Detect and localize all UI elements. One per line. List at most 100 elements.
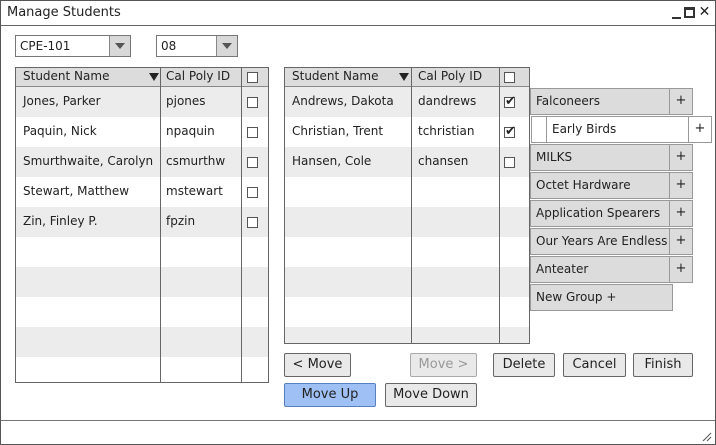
group-label: MILKS [536,150,573,164]
table-row [285,327,529,343]
column-divider [411,68,412,343]
window-title: Manage Students [7,5,121,20]
maximize-icon[interactable] [684,7,695,18]
cal-poly-id-cell: dandrews [418,94,477,108]
plus-icon[interactable]: + [688,117,711,142]
resize-grip-icon[interactable] [702,432,712,442]
student-name-cell: Smurthwaite, Carolyn [23,154,154,168]
minimize-icon[interactable] [672,9,681,19]
manage-students-window: Manage Students ✕ CPE-101 08 Student Nam… [0,0,716,445]
row-checkbox[interactable] [504,124,516,139]
table-row[interactable]: Jones, Parker pjones [16,87,268,117]
group-item[interactable]: Octet Hardware + [530,172,693,199]
student-name-cell: Andrews, Dakota [292,94,394,108]
plus-icon[interactable]: + [669,229,692,254]
table-header: Student Name Cal Poly ID [16,68,268,87]
table-row [285,297,529,327]
column-divider [160,68,161,382]
unassigned-students-table: Student Name Cal Poly ID Jones, Parker pj… [15,67,269,383]
select-all-checkbox[interactable] [247,72,258,83]
course-select[interactable]: CPE-101 [15,35,131,57]
row-checkbox[interactable] [247,217,258,228]
group-label: Octet Hardware [536,178,631,192]
finish-button[interactable]: Finish [633,353,693,377]
title-bar: Manage Students ✕ [1,1,715,26]
table-row[interactable]: Stewart, Matthew mstewart [16,177,268,207]
column-header-cal-poly-id[interactable]: Cal Poly ID [166,69,230,83]
row-checkbox[interactable] [247,187,258,198]
cancel-button[interactable]: Cancel [563,353,626,377]
table-row[interactable]: Paquin, Nick npaquin [16,117,268,147]
column-header-cal-poly-id[interactable]: Cal Poly ID [418,69,482,83]
table-row[interactable]: Hansen, Cole chansen [285,147,529,177]
move-down-button[interactable]: Move Down [385,383,477,407]
move-right-button[interactable]: Move > [410,353,477,377]
student-name-cell: Paquin, Nick [23,124,97,138]
cal-poly-id-cell: csmurthw [166,154,226,168]
move-left-button[interactable]: < Move [284,353,351,377]
table-row [285,207,529,237]
student-name-cell: Jones, Parker [23,94,101,108]
row-checkbox[interactable] [247,97,258,108]
cal-poly-id-cell: fpzin [166,214,196,228]
chevron-down-icon[interactable] [216,36,237,56]
plus-icon[interactable]: + [669,145,692,170]
table-row [285,177,529,207]
window-controls: ✕ [672,5,711,19]
column-header-student-name[interactable]: Student Name [23,69,109,83]
student-name-cell: Stewart, Matthew [23,184,130,198]
group-item[interactable]: MILKS + [530,144,693,171]
move-up-button[interactable]: Move Up [284,383,376,407]
new-group-button[interactable]: New Group + [530,284,673,311]
plus-icon[interactable]: + [669,173,692,198]
select-all-checkbox[interactable] [504,72,515,83]
section-value: 08 [161,39,177,53]
column-divider [241,68,242,382]
group-indent [531,116,547,143]
table-row[interactable]: Zin, Finley P. fpzin [16,207,268,237]
row-checkbox[interactable] [504,157,515,168]
table-row [285,267,529,297]
table-row[interactable]: Christian, Trent tchristian [285,117,529,147]
cal-poly-id-cell: tchristian [418,124,475,138]
close-icon[interactable]: ✕ [698,5,711,19]
row-checkbox[interactable] [504,94,516,109]
course-value: CPE-101 [20,39,71,53]
table-header: Student Name Cal Poly ID [285,68,529,87]
table-row [16,237,268,267]
group-label: Early Birds [552,122,617,136]
table-row[interactable]: Andrews, Dakota dandrews [285,87,529,117]
student-name-cell: Christian, Trent [292,124,384,138]
table-row [16,267,268,297]
table-row [285,237,529,267]
group-label: Our Years Are Endless [536,234,668,248]
plus-icon[interactable]: + [669,257,692,282]
table-row[interactable]: Smurthwaite, Carolyn csmurthw [16,147,268,177]
group-label: Application Spearers [536,206,661,220]
table-row [16,327,268,357]
delete-button[interactable]: Delete [493,353,555,377]
plus-icon[interactable]: + [669,89,692,114]
new-group-label: New Group + [536,290,617,304]
cal-poly-id-cell: mstewart [166,184,223,198]
table-row [16,297,268,327]
group-item[interactable]: Anteater + [530,256,693,283]
plus-icon[interactable]: + [669,201,692,226]
sort-desc-icon[interactable] [399,73,409,81]
group-item[interactable]: Early Birds + [531,116,712,143]
group-item[interactable]: Falconeers + [530,88,693,115]
column-header-student-name[interactable]: Student Name [292,69,378,83]
cal-poly-id-cell: npaquin [166,124,215,138]
section-select[interactable]: 08 [156,35,238,57]
group-item[interactable]: Application Spearers + [530,200,693,227]
student-name-cell: Zin, Finley P. [23,214,98,228]
group-students-table: Student Name Cal Poly ID Andrews, Dakota… [284,67,530,344]
student-name-cell: Hansen, Cole [292,154,372,168]
chevron-down-icon[interactable] [109,36,130,56]
sort-desc-icon[interactable] [149,73,159,81]
row-checkbox[interactable] [247,127,258,138]
group-item[interactable]: Our Years Are Endless + [530,228,693,255]
row-checkbox[interactable] [247,157,258,168]
cal-poly-id-cell: pjones [166,94,206,108]
status-bar [1,420,715,445]
